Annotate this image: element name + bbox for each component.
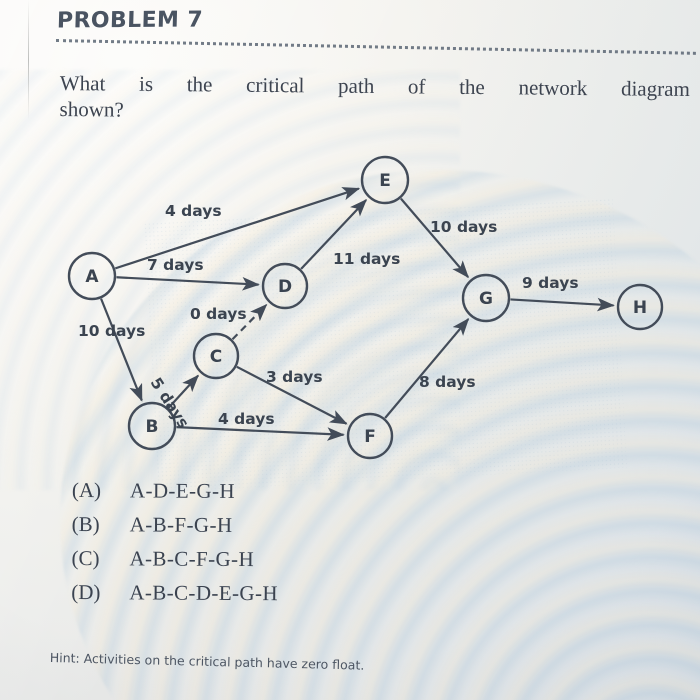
problem-page: PROBLEM 7 What is the critical path of t… (0, 0, 700, 700)
moire-pattern-secondary (0, 70, 460, 490)
option-d[interactable]: (D) A-B-C-D-E-G-H (71, 580, 278, 615)
option-b[interactable]: (B) A-B-F-G-H (72, 512, 279, 547)
option-d-value: A-B-C-D-E-G-H (129, 580, 279, 606)
option-a[interactable]: (A) A-D-E-G-H (72, 478, 279, 513)
option-d-key: (D) (71, 579, 101, 605)
option-c[interactable]: (C) A-B-C-F-G-H (71, 546, 278, 581)
answer-options: (A) A-D-E-G-H (B) A-B-F-G-H (C) A-B-C-F-… (71, 478, 278, 615)
option-b-value: A-B-F-G-H (129, 512, 233, 537)
option-a-value: A-D-E-G-H (129, 478, 236, 503)
question-text: What is the critical path of the network… (59, 70, 690, 129)
option-b-key: (B) (71, 511, 100, 537)
page-margin-line (28, 0, 29, 120)
option-a-key: (A) (71, 478, 102, 503)
option-c-value: A-B-C-F-G-H (129, 546, 255, 572)
page-title: PROBLEM 7 (56, 7, 204, 34)
option-c-key: (C) (71, 545, 100, 571)
